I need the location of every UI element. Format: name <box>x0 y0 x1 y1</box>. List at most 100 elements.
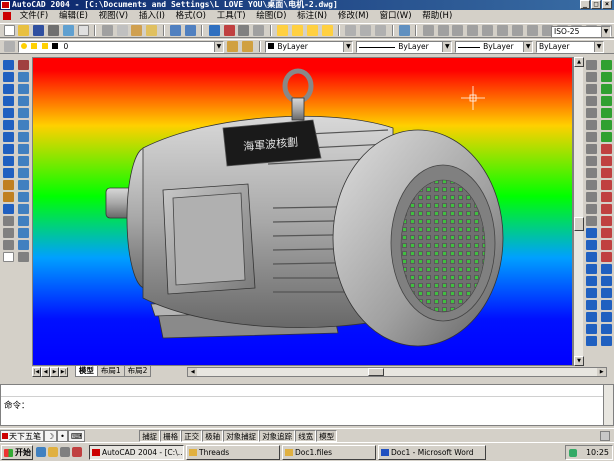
quicklaunch-desktop-icon[interactable] <box>60 447 70 457</box>
quicklaunch-explorer-icon[interactable] <box>48 447 58 457</box>
last-tab-arrow[interactable]: ▶| <box>59 367 68 377</box>
sphere-icon[interactable] <box>586 72 597 82</box>
layer-previous-icon[interactable] <box>242 41 254 52</box>
materials-library-icon[interactable] <box>601 192 612 202</box>
torus-icon[interactable] <box>586 120 597 130</box>
menu-insert[interactable]: 插入(I) <box>135 10 169 23</box>
linetype-combo[interactable]: ByLayer ▼ <box>356 41 453 53</box>
lineweight-toggle[interactable]: 线宽 <box>295 430 317 442</box>
materials-icon[interactable] <box>601 180 612 190</box>
setup-view-icon[interactable] <box>586 204 597 214</box>
dim-baseline-icon[interactable] <box>526 25 538 36</box>
hyperlink-icon[interactable] <box>208 25 220 36</box>
match-properties-icon[interactable] <box>146 25 158 36</box>
cylinder-icon[interactable] <box>586 84 597 94</box>
clock[interactable]: 10:25 <box>586 448 609 457</box>
quick-dim-icon[interactable] <box>511 25 523 36</box>
properties-icon[interactable] <box>345 25 357 36</box>
hscroll-thumb[interactable] <box>368 368 385 376</box>
mirror-icon[interactable] <box>18 84 29 94</box>
setup-profile-icon[interactable] <box>586 216 597 226</box>
new-icon[interactable] <box>3 25 15 36</box>
rectangle-icon[interactable] <box>3 108 14 118</box>
horizontal-scrollbar[interactable]: ◀ ▶ <box>187 367 608 377</box>
ucs-face-icon[interactable] <box>586 252 597 262</box>
rotate-icon[interactable] <box>18 132 29 142</box>
fog-icon[interactable] <box>601 228 612 238</box>
hatch-icon[interactable] <box>3 216 14 226</box>
dim-aligned-icon[interactable] <box>437 25 449 36</box>
scroll-thumb[interactable] <box>574 217 584 231</box>
snap-toggle[interactable]: 捕捉 <box>139 430 161 442</box>
scroll-left-arrow[interactable]: ◀ <box>188 368 198 376</box>
layer-manager-icon[interactable] <box>3 41 15 52</box>
minimize-button[interactable]: _ <box>580 0 590 9</box>
start-button[interactable]: 开始 <box>1 445 33 460</box>
ucs-y-icon[interactable] <box>586 312 597 322</box>
scene-icon[interactable] <box>601 156 612 166</box>
doc-icon[interactable] <box>0 10 13 23</box>
drawing-area[interactable]: 海軍波核劃 <box>32 57 573 366</box>
grid-toggle[interactable]: 栅格 <box>160 430 182 442</box>
fillet-icon[interactable] <box>18 228 29 238</box>
preview-icon[interactable] <box>63 25 74 36</box>
close-button[interactable]: × <box>602 0 612 9</box>
make-block-icon[interactable] <box>3 192 14 202</box>
menu-draw[interactable]: 绘图(D) <box>252 10 290 23</box>
ucs-origin-icon[interactable] <box>586 276 597 286</box>
command-window[interactable]: 命令： <box>0 384 614 426</box>
construction-line-icon[interactable] <box>3 72 14 82</box>
ucs-3point-icon[interactable] <box>586 288 597 298</box>
table-icon[interactable] <box>3 240 14 250</box>
join-icon[interactable] <box>18 204 29 214</box>
extend-icon[interactable] <box>18 180 29 190</box>
network-icon[interactable] <box>569 449 577 457</box>
solid-box-icon[interactable] <box>586 60 597 70</box>
slice-icon[interactable] <box>586 156 597 166</box>
print-icon[interactable] <box>48 25 60 36</box>
setup-drawing-icon[interactable] <box>586 192 597 202</box>
explode-icon[interactable] <box>18 240 29 250</box>
scroll-right-arrow[interactable]: ▶ <box>597 368 607 376</box>
menu-file[interactable]: 文件(F) <box>16 10 53 23</box>
dim-angular-icon[interactable] <box>497 25 508 36</box>
menu-view[interactable]: 视图(V) <box>95 10 132 23</box>
shade-gouraud-edges-icon[interactable] <box>601 132 612 142</box>
menu-tools[interactable]: 工具(T) <box>213 10 250 23</box>
box-icon[interactable] <box>18 252 29 262</box>
break-icon[interactable] <box>18 192 29 202</box>
ortho-toggle[interactable]: 正交 <box>181 430 203 442</box>
dim-diameter-icon[interactable] <box>482 25 494 36</box>
prev-tab-arrow[interactable]: ◀ <box>41 367 50 377</box>
wedge-icon[interactable] <box>586 108 597 118</box>
swivel-icon[interactable] <box>601 300 612 310</box>
copy-object-icon[interactable] <box>18 72 29 82</box>
lineweight-combo[interactable]: ByLayer ▼ <box>455 41 534 53</box>
render-preferences-icon[interactable] <box>601 252 612 262</box>
polar-toggle[interactable]: 极轴 <box>202 430 224 442</box>
stretch-icon[interactable] <box>18 156 29 166</box>
shade-hidden-icon[interactable] <box>601 84 612 94</box>
dim-style-combo[interactable]: ISO-25 ▼ <box>551 26 611 37</box>
ime-toolbar[interactable]: 天下五笔 <box>0 430 44 442</box>
cone-icon[interactable] <box>586 96 597 106</box>
dim-ordinate-icon[interactable] <box>452 25 464 36</box>
model-toggle[interactable]: 模型 <box>316 430 338 442</box>
next-tab-arrow[interactable]: ▶ <box>50 367 59 377</box>
move-icon[interactable] <box>18 120 29 130</box>
zoom-3d-icon[interactable] <box>601 312 612 322</box>
ucs-apply-icon[interactable] <box>586 336 597 346</box>
quicklaunch-ie-icon[interactable] <box>36 447 46 457</box>
ellipse-icon[interactable] <box>3 168 14 178</box>
scroll-down-arrow[interactable]: ▼ <box>574 356 584 366</box>
zoom-realtime-icon[interactable] <box>291 25 303 36</box>
point-icon[interactable] <box>3 204 14 214</box>
tab-layout2[interactable]: 布局2 <box>123 366 152 377</box>
background-icon[interactable] <box>601 216 612 226</box>
3d-view-icon[interactable] <box>253 25 265 36</box>
ucs-x-icon[interactable] <box>586 300 597 310</box>
arc-icon[interactable] <box>3 120 14 130</box>
circle-icon[interactable] <box>3 132 14 142</box>
region-icon[interactable] <box>3 228 14 238</box>
paste-icon[interactable] <box>131 25 143 36</box>
